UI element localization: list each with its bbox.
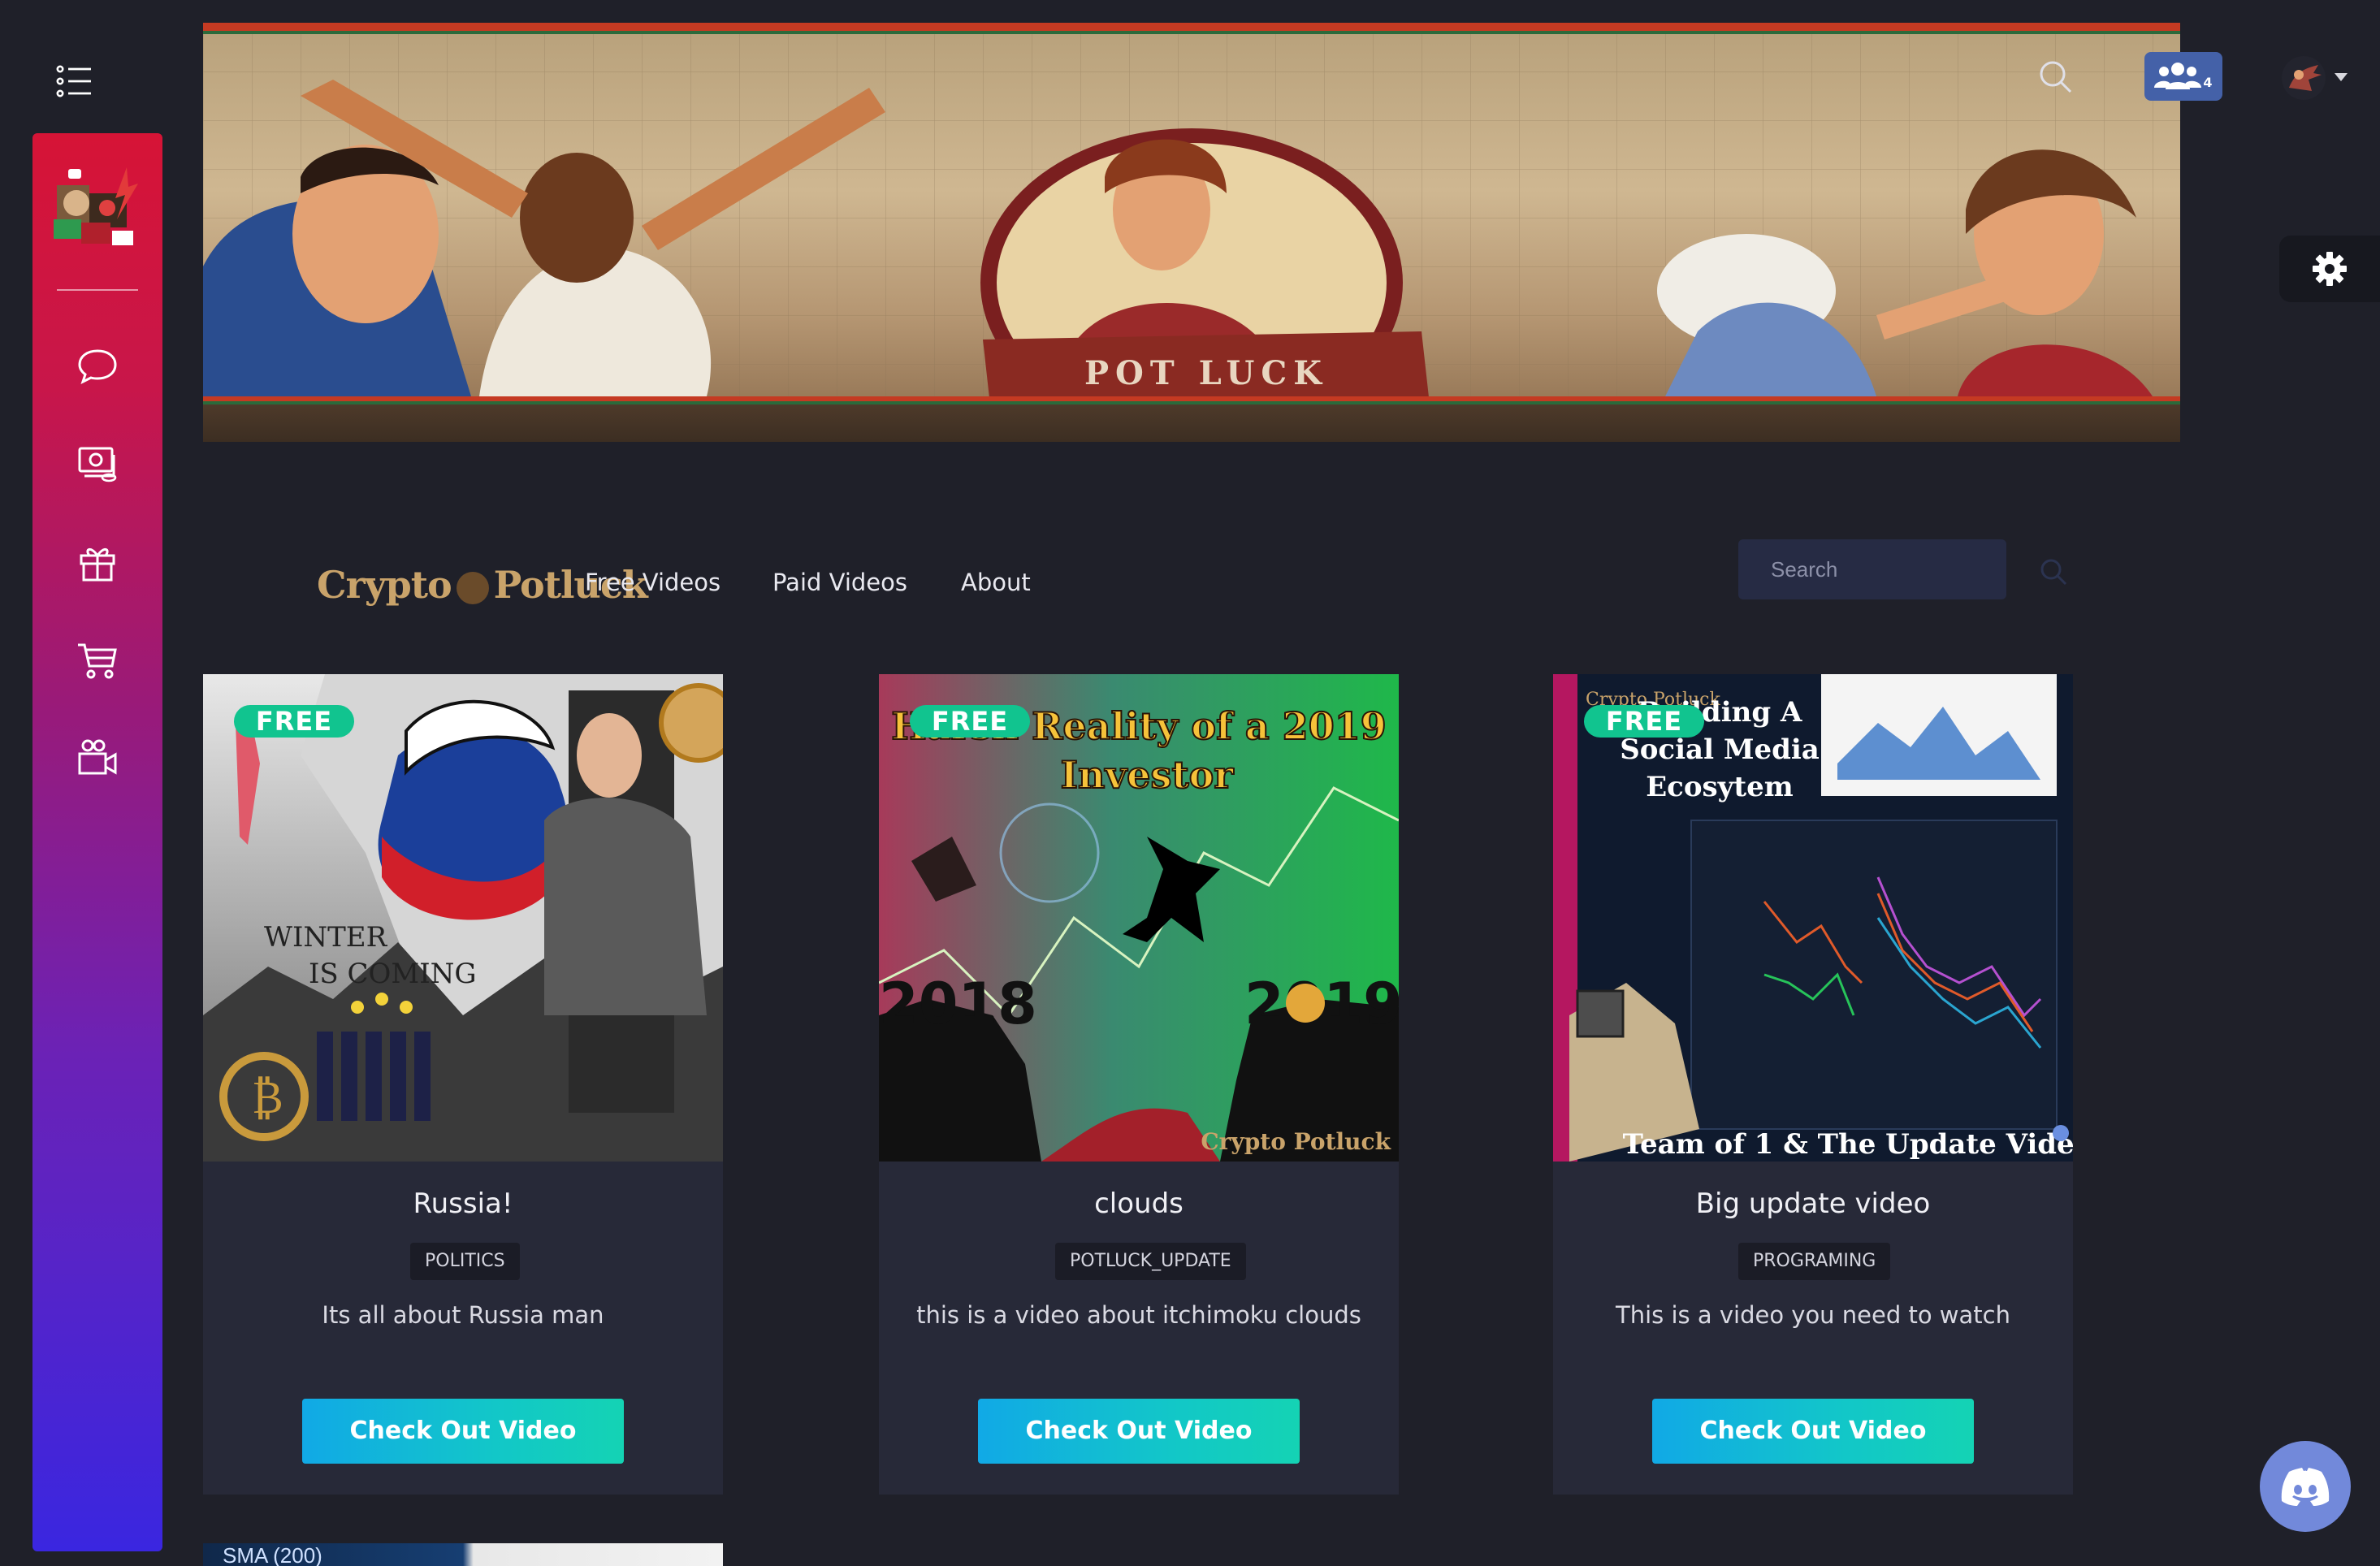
video-description: This is a video you need to watch [1616,1301,2010,1329]
video-camera-icon[interactable] [73,733,122,781]
groups-button[interactable]: 4 [2144,52,2222,101]
discord-icon [2281,1468,2330,1506]
thumb-text-coming: IS COMING [309,958,477,990]
brand-coin-icon [456,572,489,604]
video-tag[interactable]: POTLUCK_UPDATE [1055,1243,1246,1280]
video-description: Its all about Russia man [322,1301,604,1329]
brand-logo[interactable]: Crypto Potluck [317,556,648,614]
video-title: Big update video [1695,1187,1931,1220]
thumb-text-winter: WINTER [264,921,388,954]
thumb-title-line2: Investor [1060,753,1234,797]
discord-button[interactable] [2260,1441,2351,1532]
site-logo[interactable] [49,162,146,253]
banner-trim [203,396,2180,442]
groups-count: 4 [2203,74,2213,90]
search-input[interactable] [1738,539,2006,599]
video-thumbnail[interactable]: Harsh Reality of a 2019 Investor 2018 20… [879,674,1399,1162]
site-nav: Crypto Potluck Free Videos Paid Videos Ab… [317,539,2144,624]
chat-icon[interactable] [73,341,122,390]
check-out-video-button[interactable]: Check Out Video [1652,1399,1974,1464]
nav-search-icon[interactable] [2039,557,2068,586]
free-badge: FREE [234,705,354,738]
settings-button[interactable] [2279,236,2380,302]
thumb-brand: Crypto Potluck [1201,1128,1391,1155]
thumb-year-2018: 2018 [879,971,1037,1037]
video-title: Russia! [413,1187,513,1220]
peek-thumb-text: SMA (200) [223,1543,322,1566]
menu-toggle-icon[interactable] [55,62,94,101]
header-banner: POT LUCK [203,23,2180,442]
video-card: Crypto Potluck Building A Social Media E… [1553,674,2073,1495]
money-icon[interactable] [73,439,122,487]
thumb-caption: Team of 1 & The Update Video [1623,1128,2073,1161]
user-avatar[interactable] [2281,55,2326,101]
video-thumbnail[interactable]: ₿ WINTER IS COMING FREE [203,674,723,1162]
check-out-video-button[interactable]: Check Out Video [978,1399,1300,1464]
video-description: this is a video about itchimoku clouds [916,1301,1361,1329]
cart-icon[interactable] [73,635,122,684]
brand-word-left: Crypto [317,563,452,607]
free-badge: FREE [910,705,1030,738]
svg-text:₿: ₿ [252,1071,283,1124]
video-card: ₿ WINTER IS COMING FREE Russia! POLITICS… [203,674,723,1495]
free-badge: FREE [1584,705,1704,738]
video-card-peek[interactable]: SMA (200) [203,1543,723,1566]
sidebar-divider [57,289,138,291]
video-tag[interactable]: POLITICS [410,1243,520,1280]
nav-about[interactable]: About [961,569,1031,596]
video-title: clouds [1094,1187,1184,1220]
users-icon [2154,63,2202,89]
gift-icon[interactable] [73,538,122,586]
video-card: Harsh Reality of a 2019 Investor 2018 20… [879,674,1399,1495]
banner-sign: POT LUCK [1084,354,1328,392]
sidebar [32,133,162,1551]
gear-icon [2313,252,2347,286]
search-icon[interactable] [2037,58,2073,94]
nav-free-videos[interactable]: Free Videos [585,569,720,596]
nav-paid-videos[interactable]: Paid Videos [772,569,907,596]
thumb-title-line2: Social Media [1620,733,1820,766]
chevron-down-icon[interactable] [2335,73,2348,81]
video-tag[interactable]: PROGRAMING [1738,1243,1891,1280]
check-out-video-button[interactable]: Check Out Video [302,1399,624,1464]
thumb-title-line3: Ecosytem [1646,771,1794,803]
video-thumbnail[interactable]: Crypto Potluck Building A Social Media E… [1553,674,2073,1162]
